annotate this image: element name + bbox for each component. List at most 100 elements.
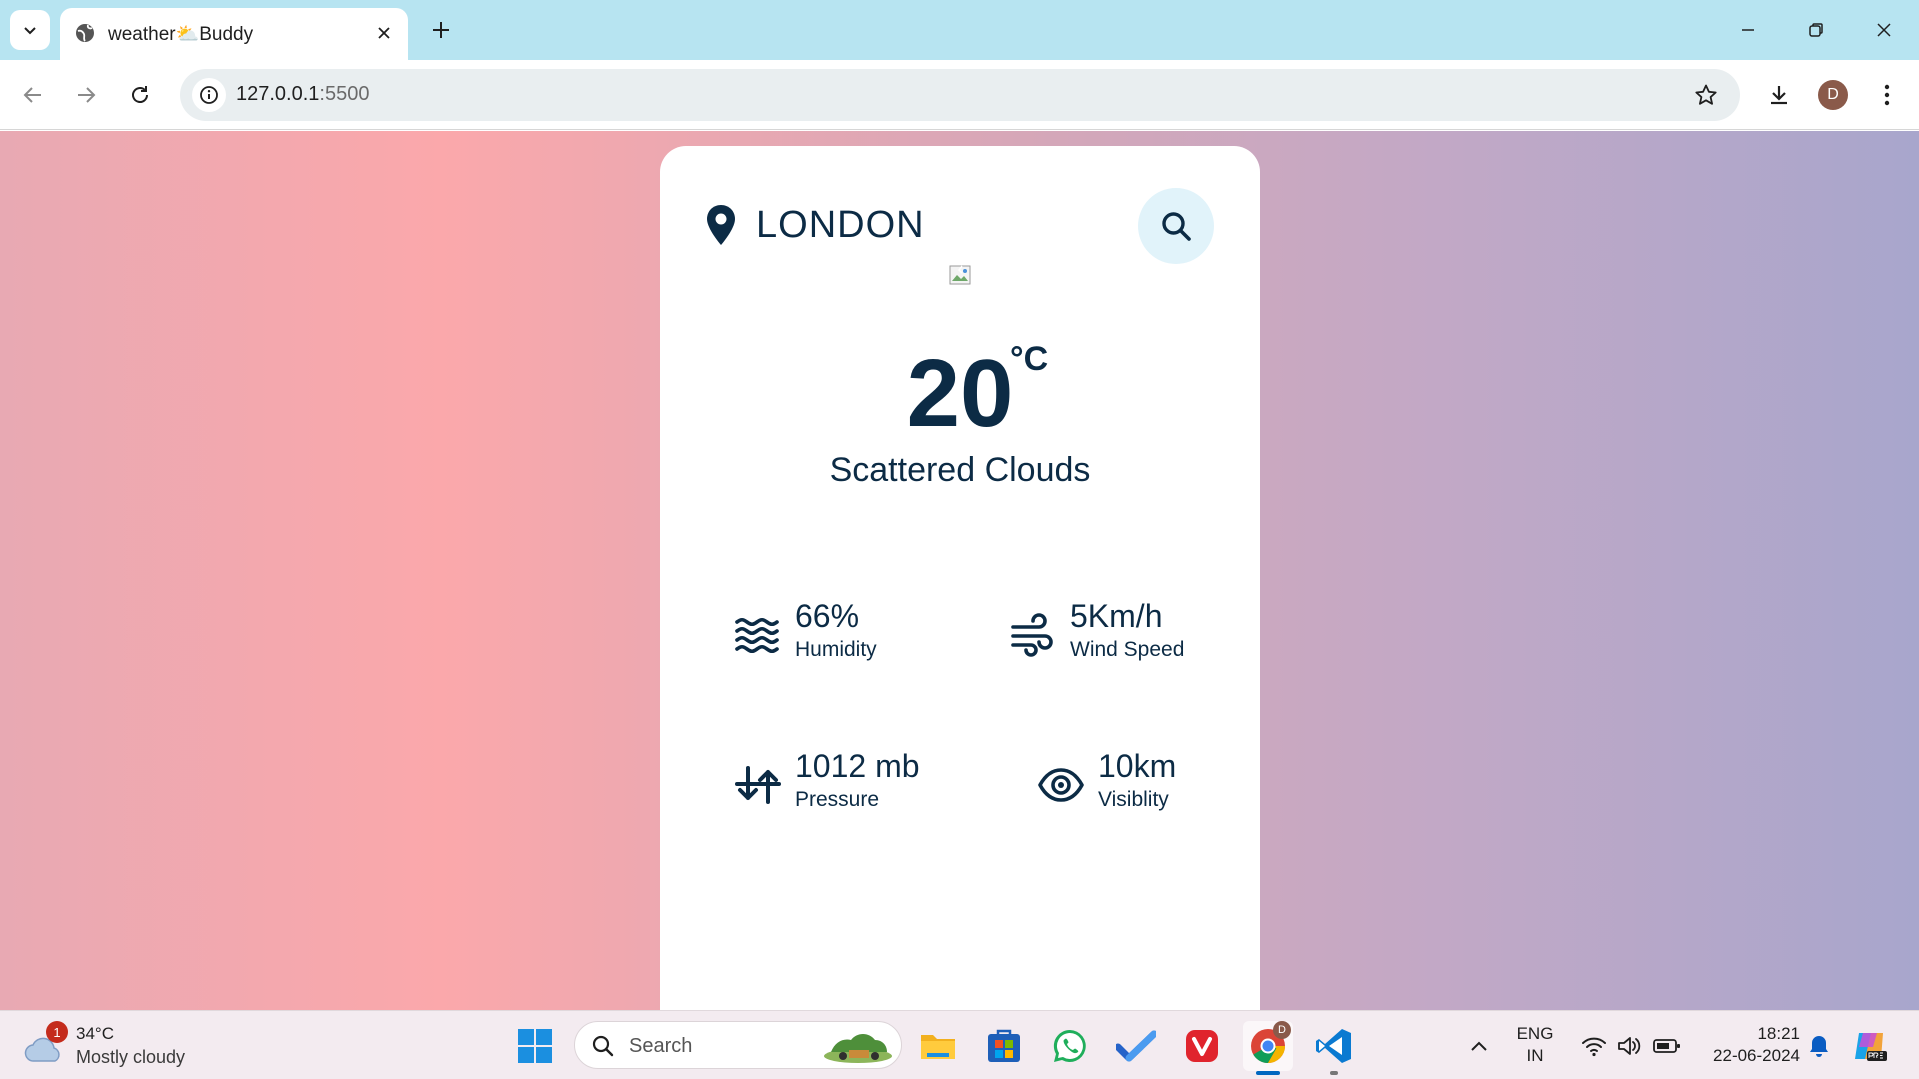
- close-icon: [1877, 23, 1891, 37]
- tab-close-button[interactable]: [372, 21, 396, 45]
- downloads-button[interactable]: [1759, 75, 1799, 115]
- wifi-icon: [1582, 1037, 1606, 1057]
- tab-title: weather⛅Buddy: [108, 24, 254, 45]
- humidity-value: 66%: [795, 598, 860, 634]
- quick-settings-button[interactable]: [1576, 1021, 1686, 1071]
- weather-condition: Scattered Clouds: [829, 451, 1091, 489]
- active-tab[interactable]: weather⛅Buddy: [60, 8, 408, 60]
- pressure-icon: [735, 766, 781, 804]
- checkmark-icon: [1116, 1030, 1156, 1062]
- tab-search-button[interactable]: [10, 10, 50, 50]
- plus-icon: [433, 22, 449, 38]
- taskbar-weather-condition: Mostly cloudy: [76, 1047, 186, 1067]
- bookmark-button[interactable]: [1692, 81, 1720, 109]
- microsoft-store-button[interactable]: [979, 1021, 1029, 1071]
- taskbar-weather-widget[interactable]: 1 34°C Mostly cloudy: [24, 1021, 224, 1071]
- wind-speed-stat: 5Km/h Wind Speed: [1010, 598, 1230, 668]
- close-window-button[interactable]: [1862, 12, 1906, 48]
- site-info-button[interactable]: [192, 78, 226, 112]
- taskbar-weather-temp: 34°C: [76, 1024, 114, 1043]
- globe-icon: [76, 24, 94, 42]
- volume-icon: [1618, 1037, 1641, 1055]
- temperature-value: 20: [906, 340, 1014, 447]
- vivaldi-button[interactable]: [1177, 1021, 1227, 1071]
- running-indicator: [1330, 1071, 1338, 1075]
- vivaldi-icon: [1186, 1030, 1218, 1062]
- chrome-profile-badge: D: [1273, 1021, 1291, 1039]
- store-icon: [988, 1029, 1020, 1062]
- restore-button[interactable]: [1794, 12, 1838, 48]
- temperature: 20 °C: [660, 342, 1260, 442]
- new-tab-button[interactable]: [425, 14, 457, 46]
- clock-button[interactable]: 18:21 22-06-2024: [1692, 1023, 1800, 1067]
- pressure-stat: 1012 mb Pressure: [735, 748, 975, 818]
- taskbar-search-box[interactable]: Search: [574, 1021, 902, 1069]
- whatsapp-button[interactable]: [1045, 1021, 1095, 1071]
- input-language-button[interactable]: ENG IN: [1510, 1023, 1560, 1067]
- search-icon: [1162, 212, 1191, 241]
- pressure-value: 1012 mb: [795, 748, 920, 784]
- notification-badge: 1: [46, 1021, 68, 1043]
- city-name: LONDON: [756, 204, 925, 246]
- bell-icon: [1810, 1036, 1828, 1057]
- running-indicator: [1256, 1071, 1280, 1075]
- taskbar-search-label: Search: [629, 1035, 693, 1057]
- language-region: IN: [1526, 1046, 1544, 1065]
- restore-icon: [1809, 23, 1823, 37]
- info-icon: [200, 86, 218, 104]
- copilot-icon: [1855, 1033, 1887, 1061]
- windows-logo-icon: [518, 1029, 552, 1063]
- url-port: :5500: [319, 83, 370, 105]
- waves-icon: [735, 617, 779, 654]
- whatsapp-icon: [1053, 1029, 1086, 1062]
- search-button[interactable]: [1138, 188, 1214, 264]
- show-hidden-icons-button[interactable]: [1462, 1021, 1496, 1071]
- browser-toolbar: 127.0.0.1:5500 D: [0, 60, 1919, 130]
- chevron-down-icon: [24, 27, 36, 35]
- location-pin-icon: [707, 205, 735, 245]
- clock-time: 18:21: [1757, 1024, 1800, 1043]
- weather-card: LONDON 20 °C Scattered Clouds 66% Humidit…: [660, 146, 1260, 1010]
- url-text: 127.0.0.1:5500: [236, 83, 369, 106]
- wind-speed-label: Wind Speed: [1070, 638, 1185, 661]
- arrow-right-icon: [78, 87, 96, 103]
- humidity-label: Humidity: [795, 638, 877, 661]
- copilot-button[interactable]: [1848, 1021, 1892, 1071]
- chrome-button[interactable]: D: [1243, 1021, 1293, 1075]
- search-highlight-icon: [824, 1034, 892, 1063]
- reload-button[interactable]: [120, 75, 160, 115]
- minimize-button[interactable]: [1726, 12, 1770, 48]
- start-button[interactable]: [517, 1028, 553, 1069]
- search-icon: [592, 1035, 614, 1057]
- wind-speed-value: 5Km/h: [1070, 598, 1163, 634]
- humidity-stat: 66% Humidity: [735, 598, 955, 668]
- back-button[interactable]: [13, 75, 53, 115]
- forward-button[interactable]: [66, 75, 106, 115]
- todo-button[interactable]: [1111, 1021, 1161, 1071]
- battery-icon: [1653, 1039, 1680, 1053]
- url-host: 127.0.0.1: [236, 83, 320, 105]
- page-viewport: LONDON 20 °C Scattered Clouds 66% Humidit…: [0, 131, 1919, 1010]
- visibility-value: 10km: [1098, 748, 1177, 784]
- profile-button[interactable]: D: [1813, 75, 1853, 115]
- arrow-left-icon: [23, 87, 41, 103]
- reload-icon: [132, 86, 148, 103]
- vscode-button[interactable]: [1309, 1021, 1359, 1075]
- folder-icon: [921, 1035, 955, 1059]
- temperature-unit: °C: [1010, 340, 1049, 378]
- visibility-label: Visiblity: [1098, 788, 1169, 811]
- wind-icon: [1011, 613, 1053, 657]
- close-icon: [378, 27, 390, 39]
- taskbar: 1 34°C Mostly cloudy Search D ENG IN 18:…: [0, 1010, 1919, 1079]
- tab-strip: weather⛅Buddy: [0, 0, 1919, 60]
- notifications-button[interactable]: [1806, 1021, 1832, 1071]
- file-explorer-button[interactable]: [913, 1021, 963, 1071]
- broken-image-icon: [949, 265, 971, 285]
- menu-button[interactable]: [1867, 75, 1907, 115]
- visibility-stat: 10km Visiblity: [1038, 748, 1238, 818]
- eye-icon: [1038, 768, 1084, 802]
- clock-date: 22-06-2024: [1713, 1046, 1800, 1065]
- language-code: ENG: [1516, 1024, 1554, 1043]
- chevron-up-icon: [1471, 1041, 1487, 1051]
- address-bar[interactable]: 127.0.0.1:5500: [180, 69, 1740, 121]
